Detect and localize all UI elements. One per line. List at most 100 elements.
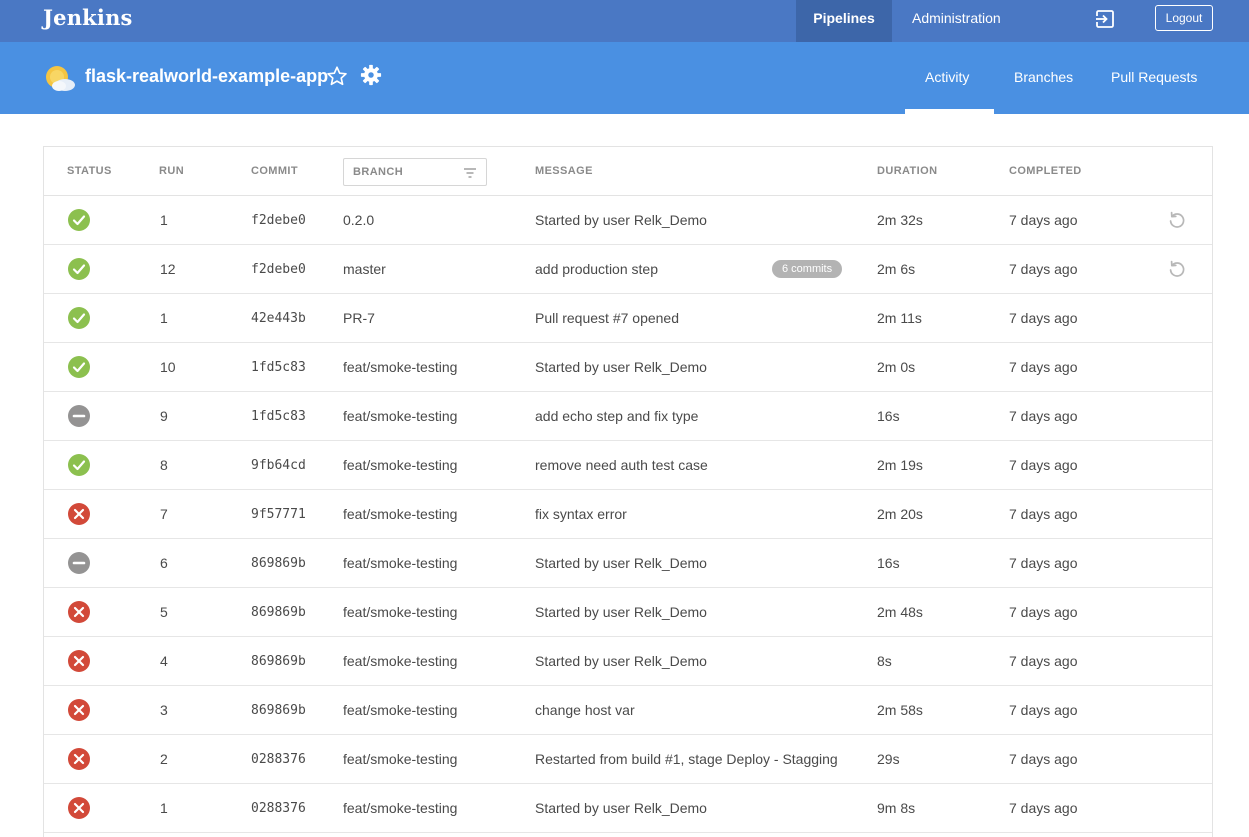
run-number: 9 xyxy=(160,408,168,424)
commit-message: fix syntax error xyxy=(535,506,627,522)
commit-message: Started by user Relk_Demo xyxy=(535,800,707,816)
commit-message: Started by user Relk_Demo xyxy=(535,212,707,228)
table-row[interactable]: 3 869869b feat/smoke-testing change host va… xyxy=(44,686,1212,735)
commit-hash[interactable]: 1fd5c83 xyxy=(251,360,306,375)
run-completed: 7 days ago xyxy=(1009,212,1078,228)
table-row[interactable]: 1 42e443b PR-7 Pull request #7 opened 2m 11s… xyxy=(44,294,1212,343)
header-message: MESSAGE xyxy=(535,165,593,177)
run-completed: 7 days ago xyxy=(1009,702,1078,718)
commits-badge[interactable]: 6 commits xyxy=(772,260,843,278)
x-circle-icon xyxy=(68,797,90,819)
run-completed: 7 days ago xyxy=(1009,751,1078,767)
commit-message: change host var xyxy=(535,702,635,718)
header-run: RUN xyxy=(159,165,185,177)
table-row[interactable]: 2 0288376 feat/smoke-testing Restarted from… xyxy=(44,735,1212,784)
commit-hash[interactable]: f2debe0 xyxy=(251,262,306,277)
commit-message: Started by user Relk_Demo xyxy=(535,555,707,571)
branch-name: feat/smoke-testing xyxy=(343,604,458,620)
x-circle-icon xyxy=(68,601,90,623)
nav-administration[interactable]: Administration xyxy=(912,0,1001,42)
commit-hash[interactable]: 0288376 xyxy=(251,801,306,816)
run-duration: 9m 8s xyxy=(877,800,916,816)
top-navbar: Jenkins Pipelines Administration Logout xyxy=(0,0,1249,42)
branch-name: feat/smoke-testing xyxy=(343,408,458,424)
branch-name: feat/smoke-testing xyxy=(343,702,458,718)
branch-name: feat/smoke-testing xyxy=(343,751,458,767)
branch-name: master xyxy=(343,261,386,277)
replay-icon[interactable] xyxy=(1167,210,1187,230)
pipeline-title[interactable]: flask-realworld-example-app xyxy=(85,66,328,87)
commit-hash[interactable]: 42e443b xyxy=(251,311,306,326)
run-completed: 7 days ago xyxy=(1009,408,1078,424)
run-number: 1 xyxy=(160,310,168,326)
commit-hash[interactable]: 869869b xyxy=(251,703,306,718)
header-branch: BRANCH xyxy=(353,166,404,178)
header-duration: DURATION xyxy=(877,165,938,177)
table-row[interactable]: 5 869869b feat/smoke-testing Started by use… xyxy=(44,588,1212,637)
commit-message: Restarted from build #1, stage Deploy - … xyxy=(535,751,838,767)
commit-hash[interactable]: 9f57771 xyxy=(251,507,306,522)
branch-name: feat/smoke-testing xyxy=(343,555,458,571)
table-row[interactable]: 1 f2debe0 0.2.0 Started by user Relk_Demo 2m… xyxy=(44,196,1212,245)
gear-icon[interactable] xyxy=(360,64,382,86)
table-row[interactable]: 9 1fd5c83 feat/smoke-testing add echo step … xyxy=(44,392,1212,441)
nav-pipelines[interactable]: Pipelines xyxy=(796,0,892,42)
commit-message: Started by user Relk_Demo xyxy=(535,653,707,669)
x-circle-icon xyxy=(68,503,90,525)
commit-hash[interactable]: 869869b xyxy=(251,605,306,620)
x-circle-icon xyxy=(68,748,90,770)
run-completed: 7 days ago xyxy=(1009,653,1078,669)
check-circle-icon xyxy=(68,258,90,280)
run-number: 8 xyxy=(160,457,168,473)
replay-icon[interactable] xyxy=(1167,259,1187,279)
run-number: 6 xyxy=(160,555,168,571)
run-completed: 7 days ago xyxy=(1009,555,1078,571)
run-number: 5 xyxy=(160,604,168,620)
run-duration: 29s xyxy=(877,751,900,767)
run-duration: 2m 48s xyxy=(877,604,923,620)
branch-name: 0.2.0 xyxy=(343,212,375,228)
tab-activity[interactable]: Activity xyxy=(925,69,969,85)
jenkins-logo[interactable]: Jenkins xyxy=(43,5,133,30)
run-number: 1 xyxy=(160,212,168,228)
commit-hash[interactable]: 9fb64cd xyxy=(251,458,306,473)
x-circle-icon xyxy=(68,699,90,721)
table-row[interactable]: 7 9f57771 feat/smoke-testing fix syntax err… xyxy=(44,490,1212,539)
commit-hash[interactable]: f2debe0 xyxy=(251,213,306,228)
run-number: 10 xyxy=(160,359,176,375)
run-duration: 2m 6s xyxy=(877,261,916,277)
run-completed: 7 days ago xyxy=(1009,359,1078,375)
branch-name: feat/smoke-testing xyxy=(343,653,458,669)
run-completed: 7 days ago xyxy=(1009,457,1078,473)
table-row[interactable]: 1 0288376 feat/smoke-testing Started by use… xyxy=(44,784,1212,833)
logout-button[interactable]: Logout xyxy=(1155,5,1213,31)
header-completed: COMPLETED xyxy=(1009,165,1082,177)
check-circle-icon xyxy=(68,454,90,476)
commit-message: remove need auth test case xyxy=(535,457,708,473)
table-row[interactable]: 6 869869b feat/smoke-testing Started by use… xyxy=(44,539,1212,588)
branch-name: feat/smoke-testing xyxy=(343,506,458,522)
branch-filter-select[interactable]: BRANCH xyxy=(343,158,487,186)
activity-table: STATUS RUN COMMIT BRANCH MESSAGE DURATIO… xyxy=(43,146,1213,837)
commit-hash[interactable]: 869869b xyxy=(251,654,306,669)
table-row[interactable]: 12 f2debe0 master add production step 6 comm… xyxy=(44,245,1212,294)
exit-icon[interactable] xyxy=(1095,9,1115,29)
run-completed: 7 days ago xyxy=(1009,604,1078,620)
run-duration: 8s xyxy=(877,653,892,669)
tab-branches[interactable]: Branches xyxy=(1014,69,1073,85)
commit-hash[interactable]: 0288376 xyxy=(251,752,306,767)
branch-name: feat/smoke-testing xyxy=(343,359,458,375)
header-commit: COMMIT xyxy=(251,165,299,177)
table-row[interactable]: 4 869869b feat/smoke-testing Started by use… xyxy=(44,637,1212,686)
branch-name: feat/smoke-testing xyxy=(343,457,458,473)
star-icon[interactable] xyxy=(326,65,348,87)
table-row[interactable]: 8 9fb64cd feat/smoke-testing remove need au… xyxy=(44,441,1212,490)
run-completed: 7 days ago xyxy=(1009,800,1078,816)
table-row[interactable]: 10 1fd5c83 feat/smoke-testing Started by us… xyxy=(44,343,1212,392)
commit-hash[interactable]: 869869b xyxy=(251,556,306,571)
tab-pull-requests[interactable]: Pull Requests xyxy=(1111,69,1197,85)
commit-hash[interactable]: 1fd5c83 xyxy=(251,409,306,424)
branch-name: feat/smoke-testing xyxy=(343,800,458,816)
run-duration: 2m 11s xyxy=(877,310,922,326)
run-number: 4 xyxy=(160,653,168,669)
